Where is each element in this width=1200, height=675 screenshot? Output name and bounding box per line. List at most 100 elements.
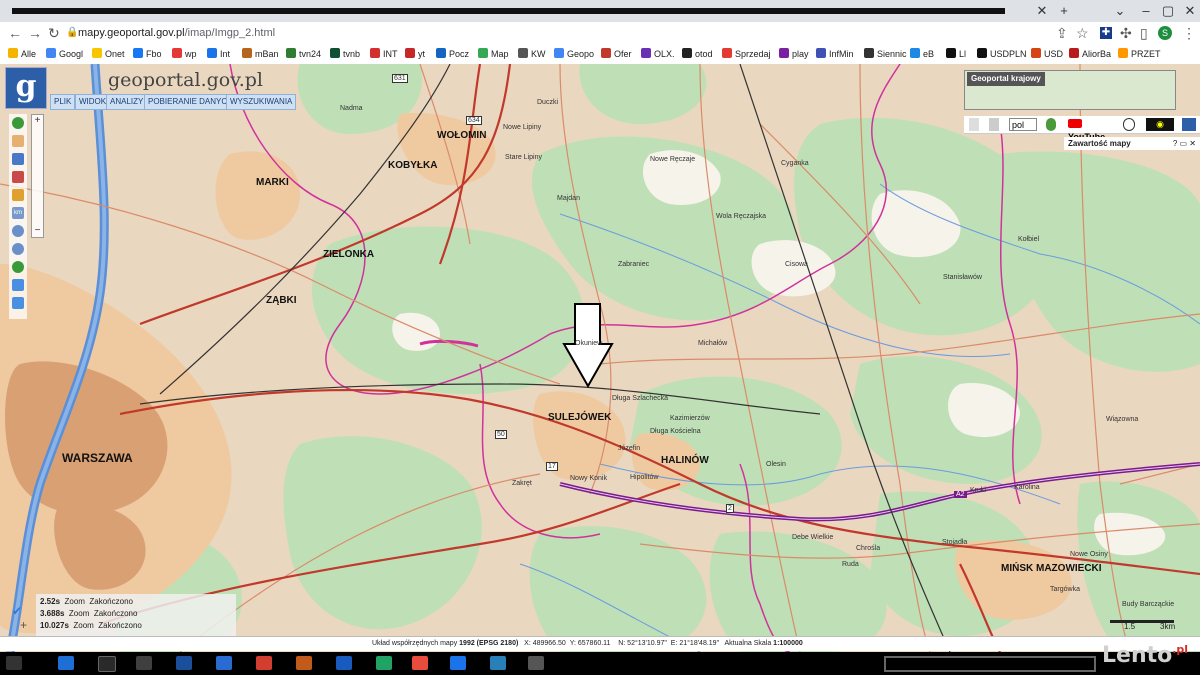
location-icon[interactable] — [1046, 118, 1056, 131]
minimize-icon[interactable]: – — [1138, 3, 1154, 19]
menu-pobieranie[interactable]: POBIERANIE DANYCH — [144, 94, 237, 110]
taskbar-tray[interactable] — [884, 656, 1096, 672]
bookmark-item[interactable]: Sprzedaj — [722, 47, 771, 61]
start-icon[interactable] — [6, 656, 22, 670]
bookmark-item[interactable]: Ofer — [601, 47, 632, 61]
bookmark-item[interactable]: tvn24 — [286, 47, 321, 61]
bookmark-item[interactable]: PRZET — [1118, 47, 1161, 61]
contrast-eye-button[interactable]: ◉ — [1146, 118, 1174, 131]
taskbar-app-icon[interactable] — [376, 656, 392, 670]
menu-kebab-icon[interactable]: ⋮ — [1182, 25, 1196, 41]
sidepanel-icon[interactable]: ▯ — [1140, 25, 1148, 41]
zoom-out-tool-icon[interactable] — [12, 243, 24, 255]
bookmark-favicon-icon — [92, 48, 102, 58]
taskbar-app-icon[interactable] — [58, 656, 74, 670]
bookmark-item[interactable]: InfMin — [816, 47, 854, 61]
bookmark-item[interactable]: eB — [910, 47, 934, 61]
forward-arrow-icon[interactable] — [12, 297, 24, 309]
bookmark-item[interactable]: Googl — [46, 47, 83, 61]
back-icon[interactable]: ← — [8, 25, 22, 41]
bookmark-item[interactable]: AliorBa — [1069, 47, 1111, 61]
zoom-in-button[interactable]: + — [32, 115, 43, 126]
geoportal-logo[interactable]: g — [5, 67, 47, 109]
profile-avatar[interactable]: S — [1158, 26, 1172, 40]
measure-icon[interactable] — [12, 189, 24, 201]
bookmark-item[interactable]: tvnb — [330, 47, 360, 61]
window-close-icon[interactable]: ✕ — [1182, 3, 1198, 19]
bookmark-item[interactable]: Onet — [92, 47, 125, 61]
select-icon[interactable] — [12, 153, 24, 165]
share-icon[interactable]: ⇪ — [1056, 25, 1068, 41]
bookmark-item[interactable]: Int — [207, 47, 230, 61]
check-icon[interactable]: ✔ — [12, 604, 22, 618]
zoom-slider[interactable]: + − — [31, 114, 44, 238]
bookmark-item[interactable]: Map — [478, 47, 509, 61]
bookmark-item[interactable]: play — [779, 47, 809, 61]
menu-analizy[interactable]: ANALIZY — [106, 94, 148, 110]
taskbar-app-icon[interactable] — [528, 656, 544, 670]
language-select[interactable]: pol — [1009, 118, 1037, 131]
bookmark-item[interactable]: yt — [405, 47, 425, 61]
new-tab-icon[interactable]: + — [1056, 3, 1072, 19]
bookmark-item[interactable]: USDPLN — [977, 47, 1027, 61]
bookmark-favicon-icon — [946, 48, 956, 58]
bookmark-item[interactable]: Alle — [8, 47, 36, 61]
info-icon[interactable] — [12, 117, 24, 129]
close-tab-icon[interactable]: ✕ — [1034, 3, 1050, 19]
taskbar-app-icon[interactable] — [450, 656, 466, 670]
draw-icon[interactable] — [12, 171, 24, 183]
taskbar-app-icon[interactable] — [98, 656, 116, 672]
bookmark-item[interactable]: Geopo — [554, 47, 594, 61]
menu-widok[interactable]: WIDOK — [75, 94, 111, 110]
bookmark-item[interactable]: wp — [172, 47, 197, 61]
bookmark-star-icon[interactable]: ☆ — [1076, 25, 1089, 41]
taskbar-app-icon[interactable] — [176, 656, 192, 670]
bookmark-item[interactable]: Siennic — [864, 47, 907, 61]
portal-app-icon[interactable] — [1182, 118, 1196, 131]
bookmark-item[interactable]: otod — [682, 47, 713, 61]
map-contents-header[interactable]: Zawartość mapy ? ▭ ✕ — [1064, 137, 1200, 150]
menu-plik[interactable]: PLIK — [50, 94, 76, 110]
bookmark-label: USDPLN — [990, 49, 1027, 59]
bookmark-item[interactable]: mBan — [242, 47, 279, 61]
zoom-in-tool-icon[interactable] — [12, 225, 24, 237]
url-field[interactable]: mapy.geoportal.gov.pl/imap/Imgp_2.html — [78, 25, 275, 41]
bookmark-item[interactable]: USD — [1031, 47, 1063, 61]
taskbar-app-icon[interactable] — [490, 656, 506, 670]
maximize-icon[interactable]: ▢ — [1160, 3, 1176, 19]
menu-wyszukiwania[interactable]: WYSZUKIWANIA — [226, 94, 297, 110]
map-canvas[interactable]: WARSZAWA WOŁOMIN KOBYŁKA MARKI ZIELONKA … — [0, 64, 1200, 652]
reload-icon[interactable]: ↻ — [48, 25, 60, 41]
list-icon[interactable] — [969, 118, 979, 131]
forward-icon[interactable]: → — [28, 25, 42, 41]
back-arrow-icon[interactable] — [12, 279, 24, 291]
taskbar-app-icon[interactable] — [296, 656, 312, 670]
bookmark-item[interactable]: Ll — [946, 47, 966, 61]
village-label: Zabraniec — [618, 261, 650, 268]
zoom-out-button[interactable]: − — [32, 225, 43, 236]
accessibility-icon[interactable] — [1123, 118, 1135, 131]
taskbar-app-icon[interactable] — [336, 656, 352, 670]
puzzle-icon[interactable]: ✣ — [1120, 25, 1132, 41]
bookmark-item[interactable]: Fbo — [133, 47, 162, 61]
pan-hand-icon[interactable] — [12, 135, 24, 147]
bookmark-item[interactable]: OLX. — [641, 47, 675, 61]
bookmark-item[interactable]: KW — [518, 47, 546, 61]
taskbar-app-icon[interactable] — [256, 656, 272, 670]
taskbar-app-icon[interactable] — [412, 656, 428, 670]
bookmark-item[interactable]: INT — [370, 47, 398, 61]
bookmark-item[interactable]: Pocz — [436, 47, 469, 61]
lock-icon[interactable]: 🔒 — [66, 25, 78, 41]
tab-search-icon[interactable]: ⌄ — [1112, 3, 1128, 19]
village-label: Nowe Ręczaje — [650, 156, 696, 163]
add-icon[interactable]: + — [20, 618, 27, 632]
panel-window-controls[interactable]: ? ▭ ✕ — [1173, 137, 1196, 150]
scale-icon[interactable]: km — [12, 207, 24, 219]
globe-icon[interactable] — [12, 261, 24, 273]
taskbar-app-icon[interactable] — [136, 656, 152, 670]
taskbar-app-icon[interactable] — [216, 656, 232, 670]
extension-icon[interactable]: ✚ — [1100, 27, 1112, 39]
active-tab[interactable] — [12, 8, 1005, 14]
print-icon[interactable] — [989, 118, 999, 131]
youtube-link[interactable]: YouTube — [1068, 118, 1116, 142]
